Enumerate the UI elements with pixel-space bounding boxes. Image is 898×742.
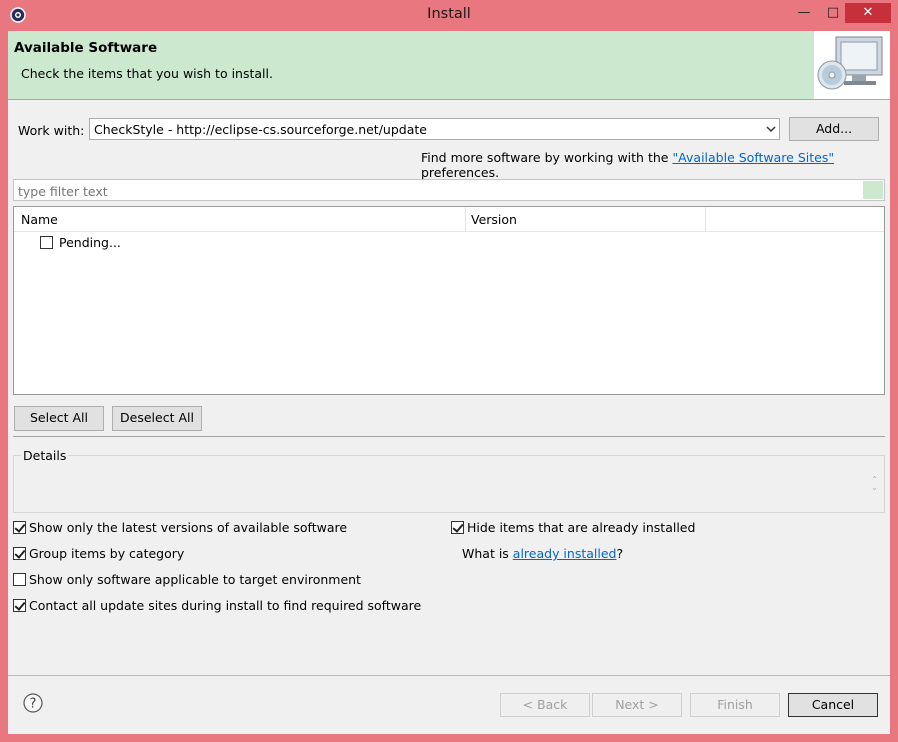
work-with-value: CheckStyle - http://eclipse-cs.sourcefor… xyxy=(94,122,427,137)
target-environment-checkbox[interactable] xyxy=(13,573,26,586)
work-with-label: Work with: xyxy=(18,123,85,138)
select-all-button[interactable]: Select All xyxy=(14,406,104,431)
hide-installed-checkbox[interactable] xyxy=(451,521,464,534)
add-site-button[interactable]: Add... xyxy=(789,117,879,141)
title-bar[interactable]: Install — □ ✕ xyxy=(0,0,898,31)
group-by-category-checkbox[interactable] xyxy=(13,547,26,560)
option-contact-update-sites[interactable]: Contact all update sites during install … xyxy=(13,598,433,614)
banner-subtitle: Check the items that you wish to install… xyxy=(21,66,273,81)
column-divider[interactable] xyxy=(705,207,706,231)
column-divider[interactable] xyxy=(465,207,466,231)
maximize-button[interactable]: □ xyxy=(820,3,846,23)
option-label: Hide items that are already installed xyxy=(467,520,696,535)
finish-button[interactable]: Finish xyxy=(690,693,780,717)
software-tree[interactable]: Name Version Pending... xyxy=(13,206,885,395)
work-with-combo[interactable]: CheckStyle - http://eclipse-cs.sourcefor… xyxy=(89,118,780,140)
find-more-prefix: Find more software by working with the xyxy=(421,150,673,165)
option-group-by-category[interactable]: Group items by category xyxy=(13,546,413,562)
close-button[interactable]: ✕ xyxy=(845,3,891,23)
tree-row[interactable]: Pending... xyxy=(14,234,464,252)
next-button[interactable]: Next > xyxy=(592,693,682,717)
separator xyxy=(13,436,885,437)
details-label: Details xyxy=(21,448,69,463)
latest-versions-checkbox[interactable] xyxy=(13,521,26,534)
contact-update-sites-checkbox[interactable] xyxy=(13,599,26,612)
column-header-version[interactable]: Version xyxy=(471,212,517,227)
option-label: Show only the latest versions of availab… xyxy=(29,520,348,535)
window-title: Install xyxy=(427,6,471,22)
what-is-installed-text: What is already installed? xyxy=(462,546,623,561)
filter-clear-icon[interactable] xyxy=(863,181,883,199)
install-window: Install — □ ✕ Available Software Check t… xyxy=(0,0,898,742)
minimize-button[interactable]: — xyxy=(791,3,817,23)
tree-header: Name Version xyxy=(14,207,884,232)
help-icon[interactable]: ? xyxy=(23,693,43,713)
pending-checkbox[interactable] xyxy=(40,236,53,249)
what-is-suffix: ? xyxy=(616,546,624,561)
option-label: Show only software applicable to target … xyxy=(29,572,361,587)
column-header-name[interactable]: Name xyxy=(21,212,58,227)
scroll-arrows-icon[interactable]: ⌃ ⌄ xyxy=(871,476,878,492)
option-latest-versions[interactable]: Show only the latest versions of availab… xyxy=(13,520,413,536)
option-target-environment[interactable]: Show only software applicable to target … xyxy=(13,572,413,588)
find-more-suffix: preferences. xyxy=(421,165,500,180)
tree-item-label: Pending... xyxy=(59,235,121,250)
chevron-down-icon xyxy=(766,126,776,133)
computer-with-cd-icon xyxy=(814,31,890,99)
deselect-all-button[interactable]: Deselect All xyxy=(112,406,202,431)
option-label: Group items by category xyxy=(29,546,185,561)
filter-box[interactable] xyxy=(13,179,885,201)
svg-text:?: ? xyxy=(30,697,37,712)
banner-title: Available Software xyxy=(14,40,158,56)
already-installed-link[interactable]: already installed xyxy=(513,546,617,561)
cancel-button[interactable]: Cancel xyxy=(788,693,878,717)
dialog-body: Available Software Check the items that … xyxy=(8,31,890,734)
available-software-sites-link[interactable]: "Available Software Sites" xyxy=(672,150,834,165)
back-button[interactable]: < Back xyxy=(500,693,590,717)
option-hide-installed[interactable]: Hide items that are already installed xyxy=(451,520,751,536)
filter-input[interactable] xyxy=(16,182,860,200)
details-group: ⌃ ⌄ xyxy=(13,455,885,513)
what-is-prefix: What is xyxy=(462,546,513,561)
find-more-text: Find more software by working with the "… xyxy=(421,150,890,180)
option-label: Contact all update sites during install … xyxy=(29,598,422,613)
wizard-banner: Available Software Check the items that … xyxy=(8,31,890,100)
footer-separator xyxy=(8,675,890,676)
